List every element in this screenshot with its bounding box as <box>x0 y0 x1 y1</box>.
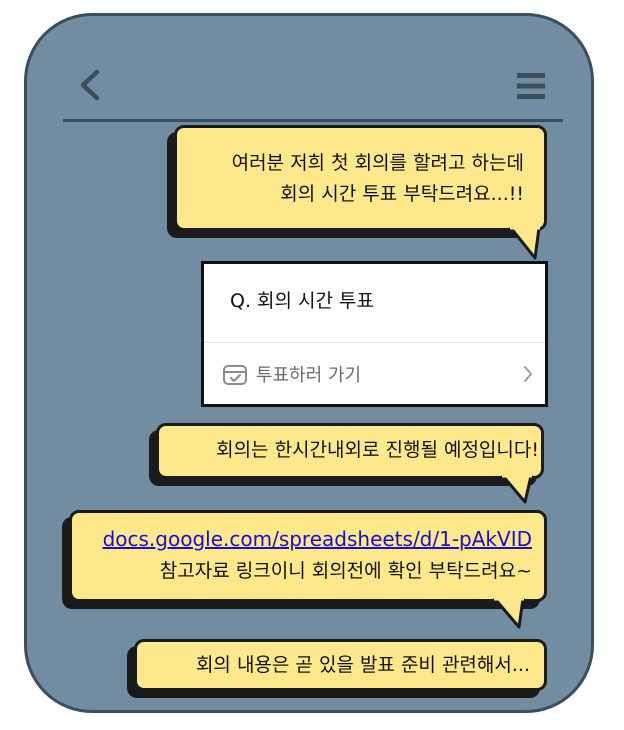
vote-label: 투표하러 가기 <box>256 365 362 386</box>
poll-question: Q. 회의 시간 투표 <box>230 290 374 312</box>
chat-bubble: 회의는 한시간내외로 진행될 예정입니다! <box>156 423 544 479</box>
chevron-right-icon <box>524 366 532 382</box>
chat-bubble: docs.google.com/spreadsheets/d/1-pAkVID … <box>69 510 547 602</box>
message-text: 참고자료 링크이니 회의전에 확인 부탁드려요~ <box>159 560 532 582</box>
top-bar <box>27 16 591 126</box>
vote-button[interactable]: 투표하러 가기 <box>204 343 545 407</box>
ballot-box-icon <box>223 365 247 385</box>
poll-card: Q. 회의 시간 투표 투표하러 가기 <box>201 261 548 407</box>
bubble-tail <box>501 474 533 504</box>
chat-bubble: 회의 내용은 곧 있을 발표 준비 관련해서... <box>134 639 547 691</box>
bubble-tail <box>509 226 541 260</box>
back-icon[interactable] <box>77 68 103 102</box>
header-divider <box>63 119 563 122</box>
chat-screen: 여러분 저희 첫 회의를 할려고 하는데 회의 시간 투표 부탁드려요...!!… <box>24 13 594 713</box>
chat-bubble: 여러분 저희 첫 회의를 할려고 하는데 회의 시간 투표 부탁드려요...!! <box>174 125 547 231</box>
menu-icon[interactable] <box>515 71 547 101</box>
message-line: 회의 시간 투표 부탁드려요...!! <box>280 183 524 205</box>
message-text: 회의 내용은 곧 있을 발표 준비 관련해서... <box>195 654 530 676</box>
message-text: 회의는 한시간내외로 진행될 예정입니다! <box>216 439 539 461</box>
message-line: 여러분 저희 첫 회의를 할려고 하는데 <box>231 152 524 174</box>
bubble-tail <box>493 597 525 629</box>
document-link[interactable]: docs.google.com/spreadsheets/d/1-pAkVID <box>103 527 532 551</box>
